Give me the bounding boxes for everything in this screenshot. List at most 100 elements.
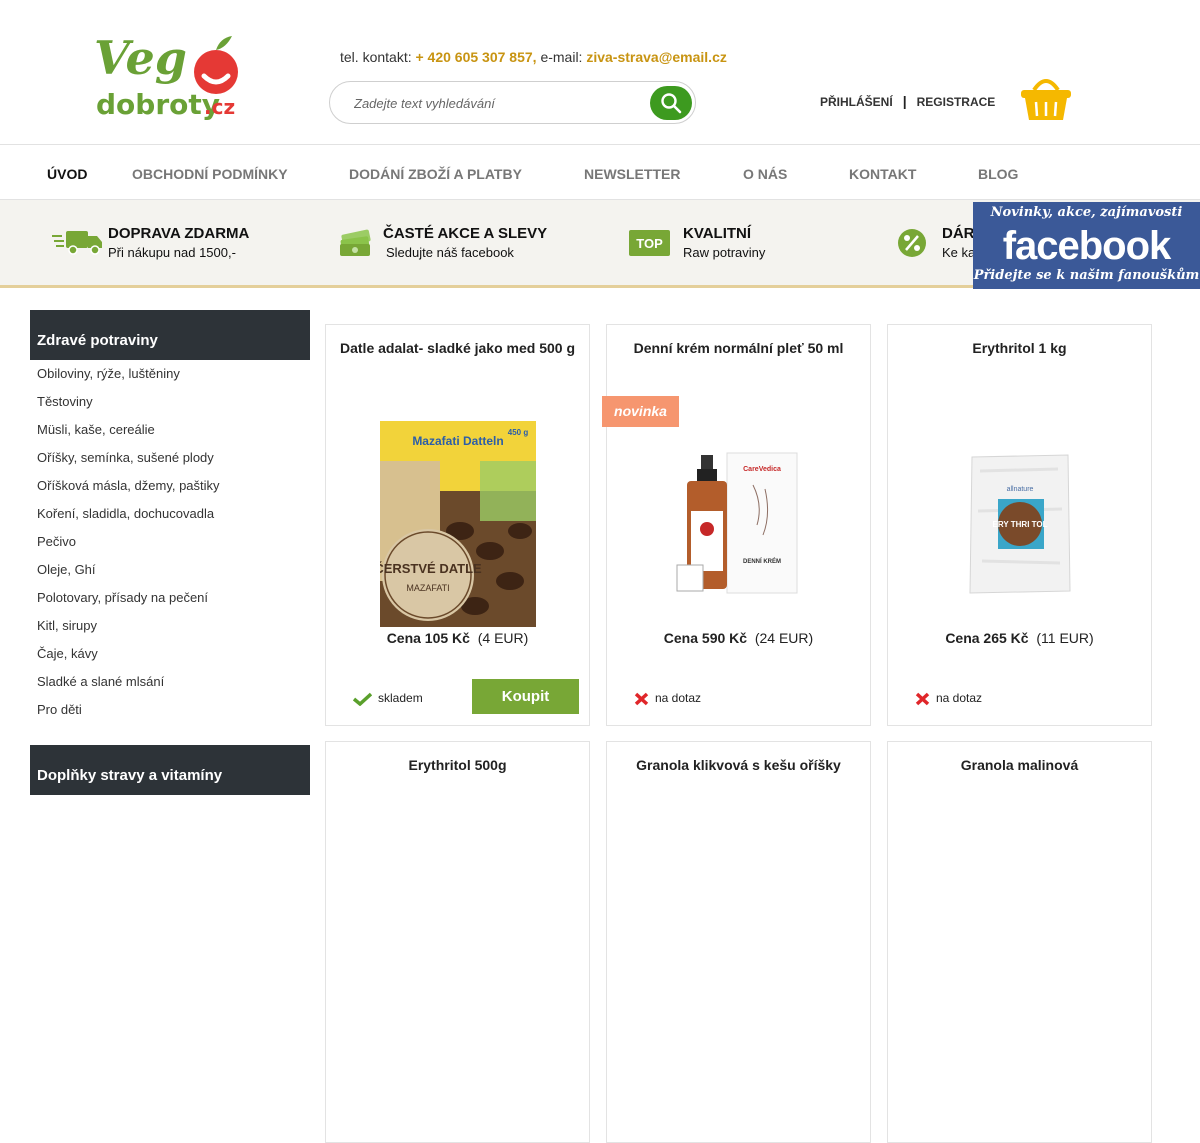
price-eur: (24 EUR) [754,630,814,646]
price-czk: Cena 105 Kč [386,630,470,646]
register-link[interactable]: REGISTRACE [917,95,996,109]
login-link[interactable]: PŘIHLÁŠENÍ [820,95,893,109]
sidebar-item[interactable]: Čaje, kávy [37,646,98,661]
product-name[interactable]: Erythritol 1 kg [888,340,1151,356]
benefit-subtitle: Sledujte náš facebook [386,245,514,260]
product-name[interactable]: Denní krém normální pleť 50 ml [607,340,870,356]
cross-icon [634,692,649,706]
search-button[interactable] [650,86,692,120]
price-czk: Cena 590 Kč [663,630,748,646]
facebook-logo-text: facebook [1002,224,1172,268]
product-card: Granola malinová [887,741,1152,1143]
dates-stamp-subtext: MAZAFATI [406,583,449,593]
money-stack-icon [340,229,371,256]
top-badge-icon: TOP [629,230,670,256]
stock-text: skladem [378,691,423,705]
phone-label: tel. kontakt: [340,49,412,65]
percent-icon [898,229,926,257]
product-card: Datle adalat- sladké jako med 500 g Maza… [325,324,590,726]
product-image-cream[interactable]: CareVedica DENNÍ KRÉM [673,445,803,610]
dates-label-text: Mazafati Datteln [412,434,503,448]
top-badge-text: TOP [636,236,663,251]
product-name[interactable]: Granola malinová [888,757,1151,773]
sidebar-item[interactable]: Oříšky, semínka, sušené plody [37,450,214,465]
site-header: Veg dobroty .cz tel. kontakt: + 420 605 … [0,0,1200,144]
benefit-subtitle: Při nákupu nad 1500,- [108,245,236,260]
sidebar-item[interactable]: Kitl, sirupy [37,618,97,633]
benefit-title: KVALITNÍ [683,225,752,242]
product-image-dates[interactable]: Mazafati Datteln 450 g ČERSTVÉ DATLE MAZ… [380,421,536,627]
stock-status: skladem [352,691,423,707]
email-label: e-mail: [540,49,583,65]
nav-item-dodani[interactable]: DODÁNÍ ZBOŽÍ A PLATBY [349,166,522,182]
price-czk: Cena 265 Kč [945,630,1029,646]
sidebar-item[interactable]: Obiloviny, rýže, luštěniny [37,366,180,381]
new-badge: novinka [602,396,679,427]
price-eur: (4 EUR) [477,630,529,646]
erythritol-label-text: ERY THRI TOL [993,520,1048,529]
nav-item-uvod[interactable]: ÚVOD [47,166,87,182]
product-image-erythritol[interactable]: allnature ERY THRI TOL [968,451,1072,597]
cart-button[interactable] [1020,76,1072,122]
sidebar-item[interactable]: Oříšková másla, džemy, paštiky [37,478,220,493]
sidebar-section-title[interactable]: Doplňky stravy a vitamíny [30,745,310,795]
sidebar-item[interactable]: Pro děti [37,702,82,717]
sidebar-item[interactable]: Pečivo [37,534,76,549]
product-price: Cena 590 Kč (24 EUR) [607,630,870,646]
sidebar-item[interactable]: Sladké a slané mlsání [37,674,164,689]
stock-text: na dotaz [936,691,983,705]
sidebar-item[interactable]: Oleje, Ghí [37,562,96,577]
sidebar-item[interactable]: Müsli, kaše, cereálie [37,422,155,437]
nav-item-kontakt[interactable]: KONTAKT [849,166,916,182]
product-card: Granola klikvová s kešu oříšky [606,741,871,1143]
search-input[interactable] [354,93,634,113]
delivery-truck-icon [52,231,102,255]
product-name[interactable]: Granola klikvová s kešu oříšky [607,757,870,773]
auth-separator: | [902,93,907,109]
sidebar-item[interactable]: Polotovary, přísady na pečení [37,590,208,605]
erythritol-brand-text: allnature [1007,486,1034,493]
nav-item-obchodni-podminky[interactable]: OBCHODNÍ PODMÍNKY [132,166,288,182]
search-box [329,81,696,124]
nav-item-o-nas[interactable]: O NÁS [743,166,787,182]
benefit-title: DÁR [942,225,975,242]
dates-stamp-text: ČERSTVÉ DATLE [380,561,482,576]
stock-status: na dotaz [915,691,982,706]
product-name[interactable]: Datle adalat- sladké jako med 500 g [326,340,589,356]
benefit-title: ČASTÉ AKCE A SLEVY [383,225,548,242]
cross-icon [915,692,930,706]
checkmark-icon [352,692,373,707]
product-price: Cena 105 Kč (4 EUR) [326,630,589,646]
cream-box-text: DENNÍ KRÉM [743,557,781,565]
phone-link[interactable]: + 420 605 307 857, [415,49,536,65]
facebook-banner[interactable]: Novinky, akce, zajímavosti facebook Přid… [973,202,1200,289]
main-nav: ÚVOD OBCHODNÍ PODMÍNKY DODÁNÍ ZBOŽÍ A PL… [0,144,1200,200]
benefit-subtitle: Raw potraviny [683,245,766,260]
stock-text: na dotaz [655,691,702,705]
logo-text-bottom: dobroty [96,88,220,121]
nav-item-newsletter[interactable]: NEWSLETTER [584,166,680,182]
stock-status: na dotaz [634,691,701,706]
contact-info: tel. kontakt: + 420 605 307 857, e-mail:… [340,49,727,65]
price-eur: (11 EUR) [1036,630,1094,646]
logo-tld: .cz [204,95,235,119]
product-card: Denní krém normální pleť 50 ml CareVedic… [606,324,871,726]
dates-weight-text: 450 g [508,428,529,437]
sidebar-item[interactable]: Koření, sladidla, dochucovadla [37,506,214,521]
product-name[interactable]: Erythritol 500g [326,757,589,773]
site-logo[interactable]: Veg dobroty .cz [92,28,242,124]
facebook-banner-line3: Přidejte se k našim fanouškům [973,268,1200,283]
basket-icon [1021,79,1071,120]
email-link[interactable]: ziva-strava@email.cz [586,49,727,65]
benefit-subtitle: Ke ka [942,245,976,260]
nav-item-blog[interactable]: BLOG [978,166,1018,182]
product-card: Erythritol 500g [325,741,590,1143]
logo-text-top: Veg [94,31,187,85]
product-price: Cena 265 Kč (11 EUR) [888,630,1151,646]
buy-button[interactable]: Koupit [472,679,579,714]
cream-brand-text: CareVedica [743,466,781,473]
product-card: Erythritol 1 kg allnature ERY THRI TOL C… [887,324,1152,726]
sidebar-item[interactable]: Těstoviny [37,394,93,409]
benefit-title: DOPRAVA ZDARMA [108,225,250,242]
sidebar-section-title[interactable]: Zdravé potraviny [30,310,310,360]
